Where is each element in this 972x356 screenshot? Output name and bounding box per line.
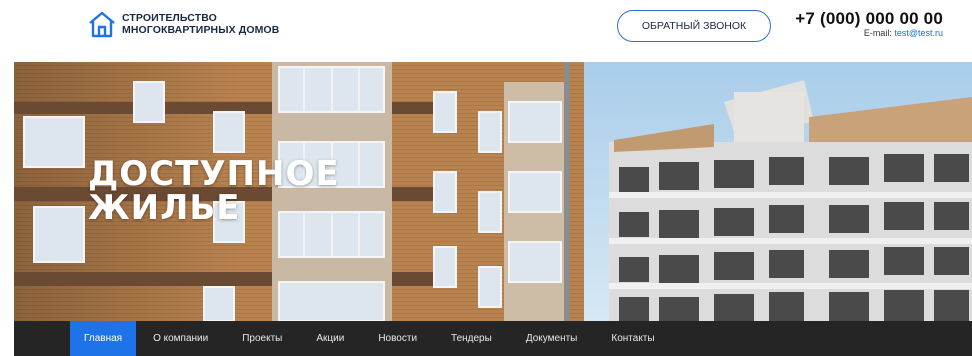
nav-item-projects[interactable]: Проекты <box>225 321 299 356</box>
logo-line-2: МНОГОКВАРТИРНЫХ ДОМОВ <box>122 24 280 36</box>
page: СТРОИТЕЛЬСТВО МНОГОКВАРТИРНЫХ ДОМОВ ОБРА… <box>0 0 972 356</box>
nav-item-tenders[interactable]: Тендеры <box>434 321 509 356</box>
nav-item-documents[interactable]: Документы <box>509 321 595 356</box>
phone-number[interactable]: +7 (000) 000 00 00 <box>795 10 943 28</box>
house-icon <box>89 11 115 38</box>
hero-banner: ДОСТУПНОЕ ЖИЛЬЕ <box>14 62 972 321</box>
nav-item-about[interactable]: О компании <box>136 321 225 356</box>
hero-title: ДОСТУПНОЕ ЖИЛЬЕ <box>88 157 340 225</box>
email-line: E-mail: test@test.ru <box>795 28 943 39</box>
nav-item-promotions[interactable]: Акции <box>299 321 361 356</box>
contact-block: +7 (000) 000 00 00 E-mail: test@test.ru <box>795 10 943 39</box>
hero-title-line-1: ДОСТУПНОЕ <box>88 154 340 194</box>
logo-text: СТРОИТЕЛЬСТВО МНОГОКВАРТИРНЫХ ДОМОВ <box>122 12 279 36</box>
hero-title-line-2: ЖИЛЬЕ <box>88 188 241 228</box>
site-header: СТРОИТЕЛЬСТВО МНОГОКВАРТИРНЫХ ДОМОВ ОБРА… <box>0 0 972 60</box>
email-label: E-mail: <box>863 28 892 38</box>
nav-item-contacts[interactable]: Контакты <box>594 321 671 356</box>
logo-line-1: СТРОИТЕЛЬСТВО <box>122 12 217 24</box>
nav-item-home[interactable]: Главная <box>70 321 137 356</box>
callback-button[interactable]: ОБРАТНЫЙ ЗВОНОК <box>617 10 771 42</box>
nav-item-news[interactable]: Новости <box>361 321 434 356</box>
email-link[interactable]: test@test.ru <box>894 28 943 38</box>
logo[interactable]: СТРОИТЕЛЬСТВО МНОГОКВАРТИРНЫХ ДОМОВ <box>88 10 279 38</box>
main-nav: Главная О компании Проекты Акции Новости… <box>14 321 972 356</box>
